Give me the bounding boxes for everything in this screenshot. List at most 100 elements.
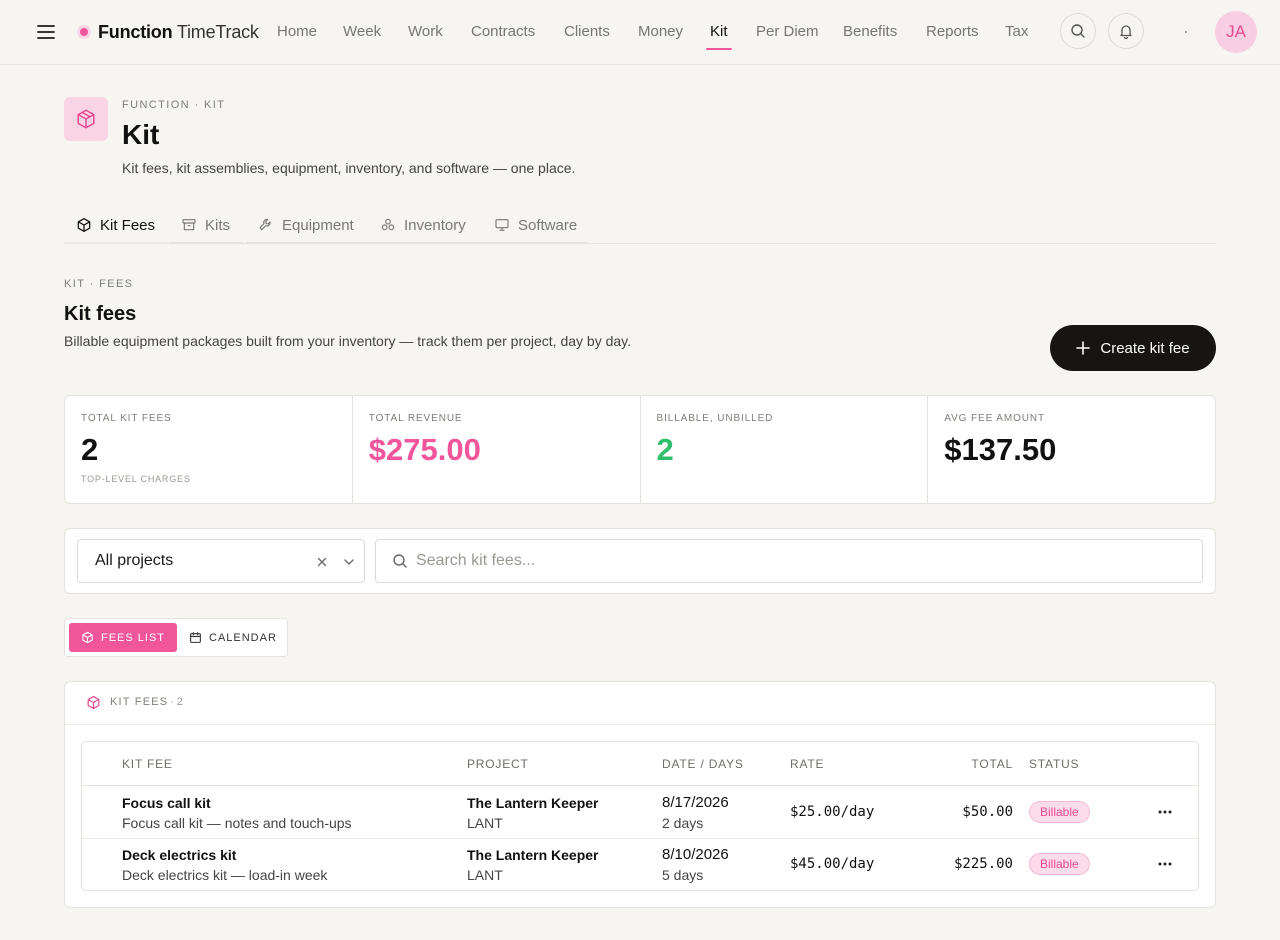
bell-icon [1120,25,1132,39]
section-description: Billable equipment packages built from y… [64,333,632,349]
create-kit-fee-button[interactable]: Create kit fee [1050,325,1216,371]
project-code: LANT [467,815,503,831]
wrench-icon [259,218,271,231]
tab-inventory[interactable]: Inventory [368,207,482,244]
column-header-total[interactable]: TOTAL [971,757,1013,771]
calendar-view-button[interactable]: CALENDAR [177,623,289,652]
status-badge: Billable [1029,853,1090,875]
cube-icon [87,695,100,710]
nav-kit[interactable]: Kit [706,23,731,50]
section-title: Kit fees [64,303,137,325]
nav-home[interactable]: Home [277,23,317,41]
kit-page-icon [64,97,108,141]
kit-fee-description: Focus call kit — notes and touch-ups [122,815,352,831]
table-row[interactable]: Focus call kit Focus call kit — notes an… [82,786,1198,839]
nav-week[interactable]: Week [343,23,381,41]
stat-value: $137.50 [944,432,1057,467]
more-horizontal-icon [1158,810,1172,814]
project-name: The Lantern Keeper [467,795,599,811]
avatar[interactable]: JA [1215,11,1257,53]
table-row[interactable]: Deck electrics kit Deck electrics kit — … [82,838,1198,891]
menu-icon[interactable] [36,22,56,42]
nav-contracts[interactable]: Contracts [471,23,535,41]
page-subtitle: Kit fees, kit assemblies, equipment, inv… [122,160,576,176]
stats-summary: TOTAL KIT FEES 2 TOP-LEVEL CHARGES TOTAL… [64,395,1216,504]
kit-fee-name[interactable]: Deck electrics kit [122,847,236,863]
status-dot [1185,31,1187,33]
project-code: LANT [467,867,503,883]
search-button[interactable] [1060,13,1096,49]
archive-icon [182,219,196,231]
search-field[interactable] [375,539,1203,583]
column-header-kit-fee[interactable]: KIT FEE [122,757,173,771]
stat-label: AVG FEE AMOUNT [944,413,1046,424]
fee-days: 2 days [662,815,704,831]
card-count: · 2 [170,696,183,708]
boxes-icon [381,218,395,231]
search-icon [393,554,407,568]
page-eyebrow: FUNCTION · KIT [122,99,226,111]
column-header-date-days[interactable]: DATE / DAYS [662,757,744,771]
nav-benefits[interactable]: Benefits [843,23,897,41]
row-actions-button[interactable] [1152,802,1178,822]
page-title: Kit [122,119,160,150]
kit-fee-name[interactable]: Focus call kit [122,795,211,811]
column-header-project[interactable]: PROJECT [467,757,529,771]
fee-date: 8/10/2026 [662,846,729,863]
tab-kit-fees[interactable]: Kit Fees [64,207,167,244]
stat-billable-unbilled: BILLABLE, UNBILLED 2 [639,396,928,503]
fee-total: $225.00 [953,856,1013,872]
cube-icon [77,218,91,232]
status-badge: Billable [1029,801,1090,823]
more-horizontal-icon [1158,862,1172,866]
fee-date: 8/17/2026 [662,794,729,811]
fees-list-view-button[interactable]: FEES LIST [69,623,178,652]
search-icon [1071,24,1085,38]
kit-subtabs: Kit Fees Kits Equipment Inventory Softwa… [64,207,1216,244]
notifications-button[interactable] [1108,13,1144,49]
stat-label: BILLABLE, UNBILLED [656,413,774,424]
search-input[interactable] [416,540,1176,582]
fee-days: 5 days [662,867,704,883]
nav-clients[interactable]: Clients [564,23,610,41]
brand-dot-icon [80,28,88,36]
view-toggle: FEES LIST CALENDAR [64,618,288,657]
stat-total-kit-fees: TOTAL KIT FEES 2 TOP-LEVEL CHARGES [65,396,352,503]
nav-money[interactable]: Money [638,23,683,41]
brand-logo[interactable]: Function TimeTrack [98,21,259,43]
row-actions-button[interactable] [1152,854,1178,874]
nav-work[interactable]: Work [408,23,443,41]
nav-tax[interactable]: Tax [1005,23,1028,41]
tab-equipment[interactable]: Equipment [246,207,368,244]
chevron-down-icon[interactable] [341,554,357,570]
stat-value: 2 [81,432,99,467]
top-navigation-bar: Function TimeTrack Home Week Work Contra… [0,0,1280,65]
project-select[interactable]: All projects [77,539,365,583]
section-eyebrow: KIT · FEES [64,278,134,290]
fee-rate: $25.00/day [790,804,875,820]
project-name: The Lantern Keeper [467,847,599,863]
stat-value: 2 [656,432,674,467]
monitor-icon [495,219,509,231]
calendar-icon [190,632,201,643]
stat-label: TOTAL KIT FEES [81,413,172,424]
column-header-status[interactable]: STATUS [1029,757,1079,771]
plus-icon [1076,341,1091,355]
nav-per-diem[interactable]: Per Diem [756,23,819,41]
stat-avg-fee-amount: AVG FEE AMOUNT $137.50 [927,396,1215,503]
card-title: KIT FEES [110,696,169,708]
tab-kits[interactable]: Kits [169,207,244,244]
filter-bar: All projects [64,528,1216,594]
kit-fees-table: KIT FEE PROJECT DATE / DAYS RATE TOTAL S… [81,741,1199,891]
fee-rate: $45.00/day [790,856,875,872]
clear-icon[interactable] [314,554,330,570]
fee-total: $50.00 [962,804,1013,820]
nav-reports[interactable]: Reports [926,23,979,41]
stat-label: TOTAL REVENUE [368,413,463,424]
column-header-rate[interactable]: RATE [790,757,824,771]
stat-value: $275.00 [368,432,481,467]
tab-software[interactable]: Software [482,207,588,244]
cube-icon [77,109,95,129]
project-select-value: All projects [95,552,174,569]
kit-fees-card: KIT FEES · 2 KIT FEE PROJECT DATE / DAYS… [64,681,1216,908]
